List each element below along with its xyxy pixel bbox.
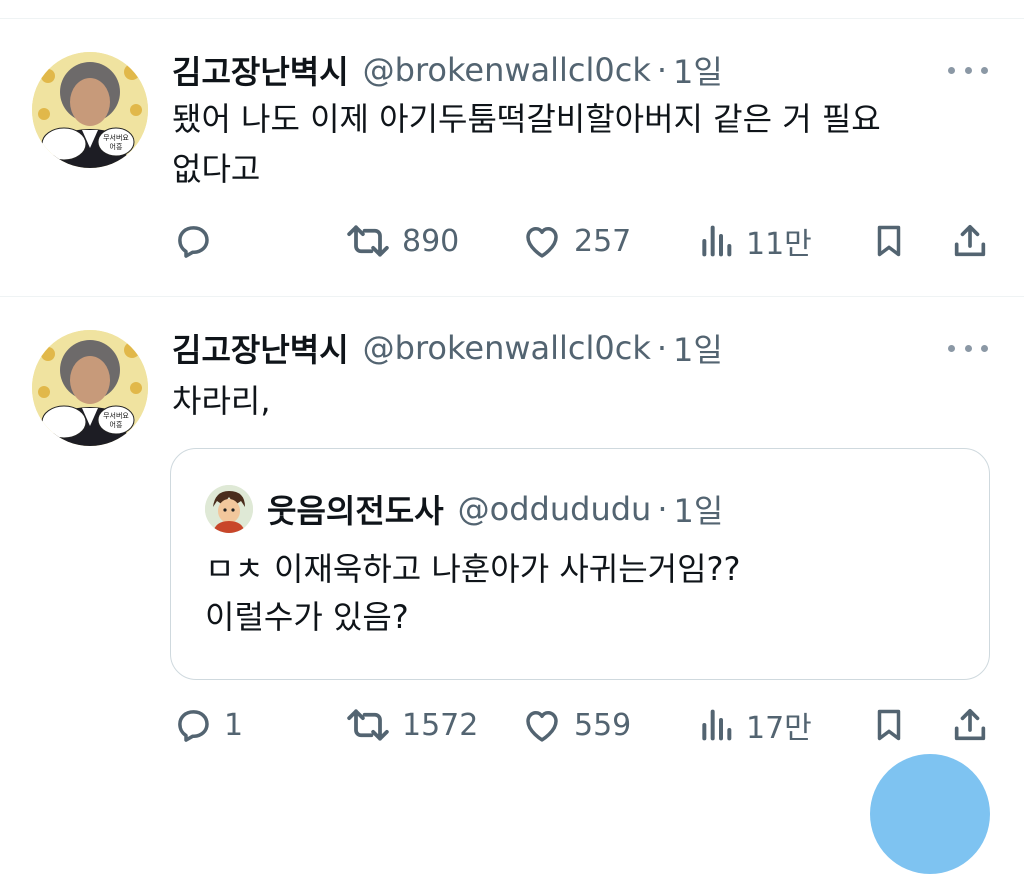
quote-text: ㅁㅊ 이재욱하고 나훈아가 사귀는거임?? 이럴수가 있음? [205,545,741,641]
tweet-header: 김고장난벽시 @brokenwallcl0ck · 1일 [172,48,723,92]
tweet-text-line: 없다고 [172,150,261,188]
reply-button[interactable] [172,211,224,271]
tweet-divider [0,296,1024,297]
reply-button[interactable]: 1 [172,695,243,755]
bookmark-button[interactable] [870,695,908,755]
user-handle[interactable]: @brokenwallcl0ck [363,329,651,367]
avatar-caption-1: 무서버요 [103,133,129,142]
like-icon [526,711,558,742]
share-button[interactable] [950,695,990,755]
like-count: 559 [574,707,632,743]
views-button[interactable]: 11만 [696,211,812,271]
tweet-header: 김고장난벽시 @brokenwallcl0ck · 1일 [172,326,723,370]
like-count: 257 [574,223,632,259]
retweet-button[interactable]: 890 [344,211,459,271]
avatar[interactable]: 무서버요 어흥 [32,330,148,446]
action-bar: 890 257 11만 [0,211,1024,271]
views-count: 17만 [746,711,812,746]
quote-user-handle[interactable]: @oddududu [458,490,652,528]
like-icon [526,227,558,258]
views-icon [702,709,732,741]
retweet-count: 1572 [402,707,479,743]
avatar-caption-2: 어흥 [110,142,123,151]
more-icon[interactable] [948,338,988,358]
compose-fab-button[interactable] [870,754,990,874]
quoted-tweet[interactable]: 웃음의전도사 @oddududu · 1일 ㅁㅊ 이재욱하고 나훈아가 사귀는거… [170,448,990,680]
like-button[interactable]: 559 [520,695,631,755]
bookmark-icon [877,709,901,741]
reply-count: 1 [224,707,244,743]
retweet-button[interactable]: 1572 [344,695,478,755]
timestamp[interactable]: 1일 [673,325,723,371]
avatar-caption-1: 무서버요 [103,411,129,420]
avatar[interactable]: 무서버요 어흥 [32,52,148,168]
quote-timestamp[interactable]: 1일 [673,486,723,532]
quote-avatar [205,485,253,533]
retweet-icon [347,225,389,257]
avatar-caption-2: 어흥 [110,420,123,429]
share-icon [954,225,986,257]
bookmark-button[interactable] [870,211,908,271]
quote-text-line: ㅁㅊ 이재욱하고 나훈아가 사귀는거임?? [205,550,741,588]
display-name[interactable]: 김고장난벽시 [172,47,349,93]
more-icon[interactable] [948,60,988,80]
tweet-text-line: 됐어 나도 이제 아기두툼떡갈비할아버지 같은 거 필요 [172,100,881,138]
views-count: 11만 [746,227,812,262]
separator-dot: · [656,329,668,367]
tweet-text-line: 차라리, [172,382,271,420]
reply-icon [178,226,209,258]
user-handle[interactable]: @brokenwallcl0ck [363,51,651,89]
separator-dot: · [656,51,668,89]
quote-display-name[interactable]: 웃음의전도사 [267,486,444,532]
views-icon [702,225,732,257]
share-button[interactable] [950,211,990,271]
timestamp[interactable]: 1일 [673,47,723,93]
like-button[interactable]: 257 [520,211,631,271]
retweet-count: 890 [402,223,460,259]
separator-dot: · [657,490,668,528]
views-button[interactable]: 17만 [696,695,812,755]
top-divider [0,18,1024,19]
display-name[interactable]: 김고장난벽시 [172,325,349,371]
quote-header: 웃음의전도사 @oddududu · 1일 [267,487,723,531]
share-icon [954,709,986,741]
bookmark-icon [877,225,901,257]
tweet-text: 차라리, [172,376,992,426]
reply-icon [178,710,209,742]
retweet-icon [347,709,389,741]
action-bar: 1 1572 559 17만 [0,695,1024,755]
tweet-text: 됐어 나도 이제 아기두툼떡갈비할아버지 같은 거 필요 없다고 [172,94,992,194]
quote-text-line: 이럴수가 있음? [205,598,409,636]
